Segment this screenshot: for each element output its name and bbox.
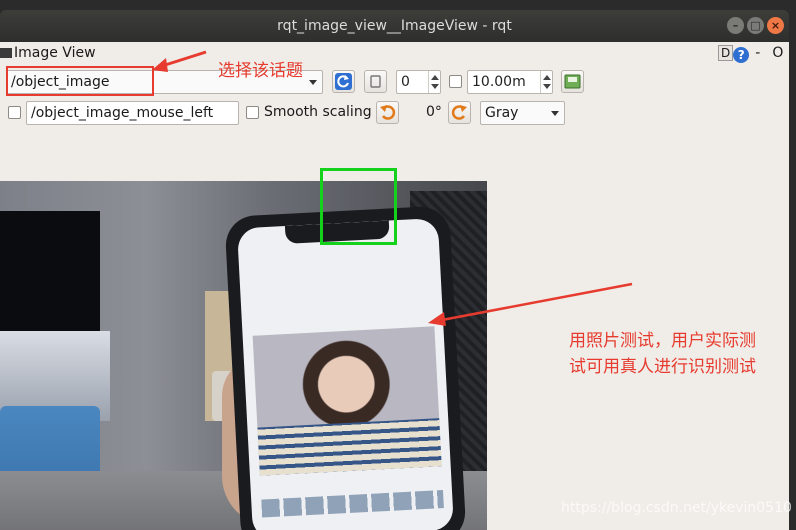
maximize-button[interactable]: □ xyxy=(747,17,764,34)
window-client: Image View D? - O /object_image 选择该话题 0 10… xyxy=(0,42,789,530)
annotation-arrow-icon xyxy=(428,282,633,326)
range-spin-arrows[interactable] xyxy=(540,71,552,93)
close-button[interactable]: × xyxy=(767,17,784,34)
phone-image xyxy=(224,205,467,530)
smooth-scaling-checkbox[interactable] xyxy=(246,106,259,119)
window-titlebar[interactable]: rqt_image_view__ImageView - rqt – □ × xyxy=(0,10,789,42)
save-image-icon xyxy=(564,74,581,89)
frame-spinbox[interactable]: 0 xyxy=(396,70,441,94)
mouse-publish-checkbox[interactable] xyxy=(8,106,21,119)
annotation-arrow-icon xyxy=(152,50,207,72)
spin-down-icon xyxy=(543,84,551,89)
colormap-select[interactable]: Gray xyxy=(480,101,565,125)
frame-spinbox-value: 0 xyxy=(401,74,410,90)
chevron-down-icon xyxy=(309,80,317,85)
spin-up-icon xyxy=(431,75,439,80)
spin-up-icon xyxy=(543,75,551,80)
face-detection-box xyxy=(320,168,397,245)
rotate-right-icon xyxy=(451,105,467,120)
window-title: rqt_image_view__ImageView - rqt xyxy=(277,18,512,34)
spin-arrows[interactable] xyxy=(428,71,440,93)
annotation-select-topic: 选择该话题 xyxy=(218,61,303,81)
mouse-topic-value: /object_image_mouse_left xyxy=(31,105,214,121)
zoom-original-icon xyxy=(370,75,381,88)
zoom-1-button[interactable] xyxy=(364,70,387,93)
max-range-spinbox[interactable]: 10.00m xyxy=(467,70,553,94)
image-viewer[interactable] xyxy=(0,181,487,530)
spin-down-icon xyxy=(431,84,439,89)
float-button[interactable]: O xyxy=(772,45,783,61)
d-button[interactable]: D xyxy=(718,45,734,61)
rotate-right-button[interactable] xyxy=(448,101,471,124)
dock-controls: D? - O xyxy=(718,45,783,63)
child-sweater xyxy=(257,418,442,476)
watermark: https://blog.csdn.net/ykevin0510 xyxy=(561,500,792,516)
refresh-icon xyxy=(335,73,352,90)
dock-icon xyxy=(0,48,12,58)
rotate-left-icon xyxy=(380,105,396,120)
max-range-value: 10.00m xyxy=(472,74,526,90)
photo-thumbnails xyxy=(261,490,444,518)
mouse-topic-input[interactable]: /object_image_mouse_left xyxy=(26,101,239,125)
dock-title: Image View xyxy=(0,45,96,63)
annotation-note-line1: 用照片测试，用户实际测 xyxy=(569,331,756,351)
rotate-left-button[interactable] xyxy=(376,101,399,124)
dock-separator[interactable]: - xyxy=(755,45,760,61)
annotation-note-line2: 试可用真人进行识别测试 xyxy=(569,357,756,377)
dynamic-range-checkbox[interactable] xyxy=(449,75,462,88)
save-image-button[interactable] xyxy=(561,70,584,93)
colormap-value: Gray xyxy=(485,105,519,121)
rotation-label: 0° xyxy=(426,104,442,120)
chevron-down-icon xyxy=(551,111,559,116)
smooth-scaling-label: Smooth scaling xyxy=(264,104,372,120)
annotation-highlight-box xyxy=(6,66,154,96)
phone-screen xyxy=(236,217,455,530)
help-icon[interactable]: ? xyxy=(733,47,750,63)
dock-title-label: Image View xyxy=(14,45,96,61)
refresh-topics-button[interactable] xyxy=(332,70,355,93)
minimize-button[interactable]: – xyxy=(727,17,744,34)
